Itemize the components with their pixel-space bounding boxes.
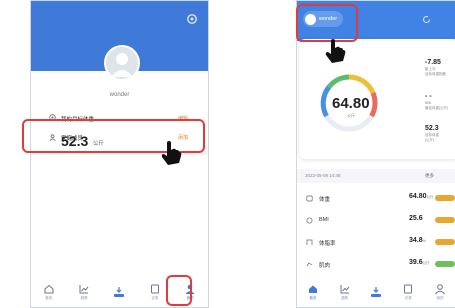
trend-icon [79,285,89,294]
profile-icon [435,284,445,295]
more-link[interactable]: 更多 [425,173,434,179]
metric-label: 体重 [319,197,331,203]
metric-value: 34.8% [409,237,426,244]
metric-label: BMI [319,217,329,223]
status-badge [435,261,455,267]
stat-label: BMI 最佳体重(公斤) [425,101,449,110]
scale-icon [114,286,125,297]
weight-value: 64.80 [332,95,370,112]
metric-label: 体脂率 [319,241,336,247]
scale-icon [371,286,382,297]
stat-value: - - [425,93,432,100]
trend-icon [340,285,350,294]
tab-trend[interactable]: 趋势 [73,283,95,301]
avatar[interactable] [104,45,140,81]
metric-value: 25.6 [409,215,423,222]
username: wonder [109,92,130,98]
person-icon [111,53,133,77]
measurement-date-row: 2022-05-09 14:48 更多 [297,169,455,183]
metric-label: 肌肉 [319,263,331,269]
stat-label: 目标体重 (公斤) [425,133,439,142]
metric-row[interactable]: 体脂率 34.8% [297,231,455,253]
hand-pointer-icon [161,141,182,165]
body-fat-icon [306,239,313,245]
tab-label: 记录 [404,296,412,300]
status-badge [435,239,455,245]
record-icon [150,284,159,294]
user-switcher-highlight [296,4,358,42]
tab-label: 记录 [151,296,159,300]
weight-unit: 公斤 [347,113,355,118]
tab-scale[interactable] [108,286,130,299]
tab-home[interactable]: 首页 [38,283,60,301]
tab-trend[interactable]: 趋势 [334,283,356,301]
stat-target: 52.3 目标体重 (公斤) [425,125,439,142]
tab-label: 我的 [436,296,444,300]
metric-row[interactable]: BMI 25.6 [297,209,455,231]
metric-row[interactable]: 体重 64.80公斤 [297,187,455,209]
record-icon [404,284,413,294]
stat-bmi: - - BMI 最佳体重(公斤) [425,93,448,110]
hand-pointer-icon [325,39,346,63]
metric-value: 39.6公斤 [409,259,430,266]
status-badge [435,195,455,201]
measurement-date: 2022-05-09 14:48 [305,173,341,178]
metric-value: 64.80公斤 [409,193,434,200]
profile-tab-highlight [166,275,192,306]
stat-value: -7.85 [425,59,441,66]
tab-label: 趋势 [80,296,88,300]
profile-screen: wonder 我的目标体重 编辑 52.3 公斤 家庭成员 添加 首页 趋势 记… [30,0,209,308]
tab-label: 首页 [309,296,317,300]
muscle-icon [306,262,313,267]
home-screen: wonder 64.80 公斤 -7.85 距上次 目标体重相差 - - BMI 最… [296,0,455,308]
tab-record[interactable]: 记录 [144,283,166,301]
tab-bar: 首页 趋势 记录 我的 [297,277,455,307]
status-badge [435,217,455,223]
stat-diff: -7.85 距上次 目标体重相差 [425,59,446,76]
weight-icon [306,195,313,202]
tab-profile[interactable]: 我的 [429,283,451,301]
tab-record[interactable]: 记录 [397,283,419,301]
bmi-icon [306,217,313,224]
tab-label: 首页 [45,296,53,300]
stat-value: 52.3 [425,125,439,132]
tab-scale[interactable] [365,286,387,299]
home-icon [44,284,54,294]
stat-label: 距上次 目标体重相差 [425,67,446,76]
refresh-icon[interactable] [422,15,431,24]
tab-label: 趋势 [341,296,349,300]
gear-icon[interactable] [186,13,198,25]
metric-row[interactable]: 肌肉 39.6公斤 [297,253,455,275]
tab-home[interactable]: 首页 [302,283,324,301]
home-icon [308,285,317,293]
